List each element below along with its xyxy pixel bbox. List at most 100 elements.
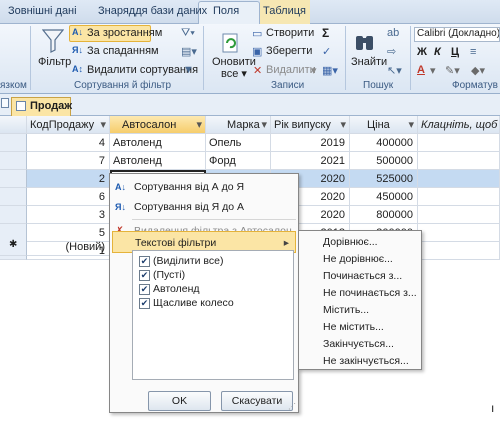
font-name-select[interactable]: Calibri (Докладно): [414, 27, 500, 42]
fill-color-icon[interactable]: ◆▾: [471, 64, 485, 77]
new-row-id-cell[interactable]: (Новий): [27, 238, 110, 256]
checkbox-label[interactable]: (Пусті): [153, 269, 185, 281]
tab-fields[interactable]: Поля: [213, 5, 239, 17]
doc-tab-sales[interactable]: Продаж: [11, 97, 72, 116]
cell-empty[interactable]: [418, 134, 500, 152]
font-color-dropdown-icon[interactable]: ▾: [430, 64, 436, 77]
column-header-salon[interactable]: Автосалон ▾: [110, 116, 206, 134]
highlight-icon[interactable]: ✎▾: [445, 64, 460, 77]
cell-id[interactable]: 2: [27, 170, 110, 188]
row-selector[interactable]: [0, 188, 27, 206]
column-header-price[interactable]: Ціна ▾: [350, 116, 418, 134]
cell-empty[interactable]: [418, 242, 500, 260]
align-icon[interactable]: ≡: [470, 46, 476, 58]
cell-year[interactable]: 2019: [271, 134, 350, 152]
more-icon[interactable]: ▦▾: [322, 64, 338, 77]
tab-table[interactable]: Таблиця: [263, 5, 306, 17]
totals-icon[interactable]: Σ: [322, 26, 329, 40]
cell-id[interactable]: 6: [27, 188, 110, 206]
checkbox-label[interactable]: Автоленд: [153, 283, 200, 295]
filter-dropdown-icon[interactable]: ▾: [196, 116, 205, 133]
find-button[interactable]: Знайти: [351, 56, 387, 68]
cell-brand[interactable]: Форд: [206, 152, 271, 170]
chevron-down-icon[interactable]: ▾: [408, 116, 417, 133]
column-header-id[interactable]: КодПродажу ▾: [27, 116, 110, 134]
checkbox[interactable]: ✔: [139, 284, 150, 295]
delete-record-button[interactable]: Видалити: [266, 64, 316, 76]
cell-price[interactable]: 500000: [350, 152, 418, 170]
chevron-down-icon[interactable]: ▾: [100, 116, 109, 133]
replace-icon[interactable]: ab: [387, 27, 399, 39]
new-record-row[interactable]: ✱ (Новий): [0, 238, 110, 256]
font-color-button[interactable]: A: [417, 64, 425, 76]
checkbox-label[interactable]: (Виділити все): [153, 255, 223, 267]
italic-button[interactable]: К: [434, 46, 441, 58]
toggle-filter-icon[interactable]: ▼: [183, 64, 194, 76]
create-record-button[interactable]: Створити: [266, 27, 314, 39]
filter-button[interactable]: Фільтр: [38, 56, 71, 68]
submenu-item[interactable]: Закінчується...: [323, 338, 394, 350]
refresh-all-button[interactable]: Оновити все ▾: [212, 56, 256, 80]
selection-filter-icon[interactable]: ⛛▾: [181, 27, 195, 40]
submenu-item[interactable]: Не починається з...: [323, 287, 417, 299]
checkbox[interactable]: ✔: [139, 270, 150, 281]
delete-dropdown-icon[interactable]: ▾: [311, 64, 317, 77]
row-selector[interactable]: [0, 170, 27, 188]
goto-icon[interactable]: ⇨: [387, 45, 396, 58]
cancel-button[interactable]: Скасувати: [221, 391, 293, 411]
resize-grip-icon[interactable]: ⋰: [288, 402, 296, 411]
select-icon[interactable]: ↖▾: [387, 64, 402, 77]
cell-empty[interactable]: [418, 152, 500, 170]
select-all-corner[interactable]: [0, 116, 27, 134]
submenu-item[interactable]: Починається з...: [323, 270, 402, 282]
column-header-brand[interactable]: Марка ▾: [206, 116, 271, 134]
cell-price[interactable]: 450000: [350, 188, 418, 206]
menu-sort-z-to-a[interactable]: Я↓ Сортування від Я до А: [110, 196, 298, 218]
filter-icon[interactable]: [42, 28, 64, 54]
spelling-icon[interactable]: ✓: [322, 45, 331, 58]
save-record-button[interactable]: Зберегти: [266, 45, 312, 57]
bold-button[interactable]: Ж: [417, 46, 427, 58]
tab-database-tools[interactable]: Знаряддя бази даних: [98, 5, 207, 17]
submenu-item[interactable]: Не дорівнює...: [323, 253, 393, 265]
row-selector[interactable]: [0, 206, 27, 224]
cell-salon[interactable]: Автоленд: [110, 152, 206, 170]
cell-id[interactable]: 3: [27, 206, 110, 224]
cell-price[interactable]: 400000: [350, 134, 418, 152]
menu-sort-a-to-z[interactable]: A↓ Сортування від А до Я: [110, 176, 298, 198]
sort-ascending-button[interactable]: За зростанням: [87, 27, 162, 39]
checkbox[interactable]: ✔: [139, 256, 150, 267]
cell-empty[interactable]: [418, 206, 500, 224]
chevron-down-icon[interactable]: ▾: [261, 116, 270, 133]
cell-id[interactable]: 4: [27, 134, 110, 152]
cell-price[interactable]: 800000: [350, 206, 418, 224]
ok-button[interactable]: OK: [148, 391, 211, 411]
submenu-item[interactable]: Не закінчується...: [323, 355, 409, 367]
cell-price[interactable]: 525000: [350, 170, 418, 188]
submenu-item[interactable]: Дорівнює...: [323, 236, 378, 248]
cell-salon[interactable]: Автоленд: [110, 134, 206, 152]
cell-year[interactable]: 2021: [271, 152, 350, 170]
sort-descending-button[interactable]: За спаданням: [87, 45, 159, 57]
cell-empty[interactable]: [418, 170, 500, 188]
cell-empty[interactable]: [418, 188, 500, 206]
refresh-all-icon[interactable]: [221, 32, 241, 54]
submenu-item[interactable]: Не містить...: [323, 321, 384, 333]
submenu-item[interactable]: Містить...: [323, 304, 369, 316]
cell-empty[interactable]: [418, 224, 500, 242]
filter-values-list[interactable]: ✔ (Виділити все) ✔ (Пусті) ✔ Автоленд ✔ Щасливе…: [132, 250, 294, 380]
row-selector[interactable]: [0, 134, 27, 152]
cell-brand[interactable]: Опель: [206, 134, 271, 152]
remove-sort-button[interactable]: Видалити сортування: [87, 64, 198, 76]
cell-id[interactable]: 7: [27, 152, 110, 170]
binoculars-icon[interactable]: [354, 30, 376, 54]
advanced-filter-icon[interactable]: ▤▾: [181, 45, 197, 58]
column-header-add-field[interactable]: Клацніть, щоб: [418, 116, 500, 134]
checkbox-label[interactable]: Щасливе колесо: [153, 297, 234, 309]
checkbox[interactable]: ✔: [139, 298, 150, 309]
column-header-year[interactable]: Рік випуску ▾: [271, 116, 350, 134]
underline-button[interactable]: Ц: [451, 46, 459, 58]
row-selector[interactable]: [0, 152, 27, 170]
tab-external-data[interactable]: Зовнішні дані: [8, 5, 77, 17]
chevron-down-icon[interactable]: ▾: [340, 116, 349, 133]
